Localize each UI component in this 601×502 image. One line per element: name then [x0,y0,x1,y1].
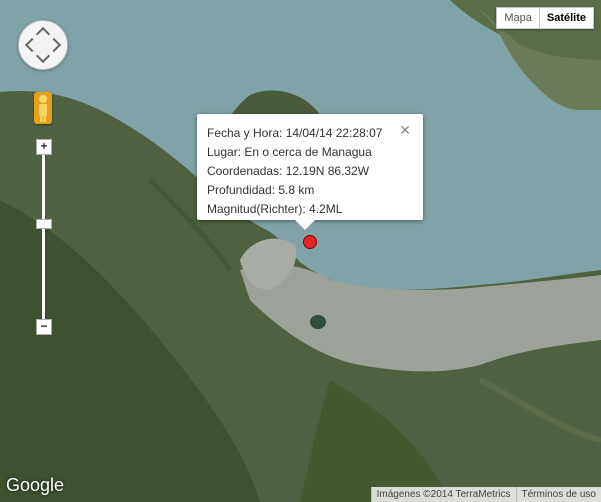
map-type-map-button[interactable]: Mapa [496,7,540,29]
zoom-slider-track[interactable] [42,146,45,326]
map-type-control: Mapa Satélite [496,7,594,29]
info-lines: Fecha y Hora: 14/04/14 22:28:07 Lugar: E… [207,124,382,219]
pan-left-icon[interactable] [24,37,40,53]
earthquake-marker[interactable] [303,235,317,249]
imagery-attribution: Imágenes ©2014 TerraMetrics [370,487,516,502]
info-profundidad: Profundidad: 5.8 km [207,183,315,197]
info-coords: Coordenadas: 12.19N 86.32W [207,164,370,178]
pan-up-icon[interactable] [35,26,51,42]
terms-link[interactable]: Términos de uso [515,487,601,502]
pan-down-icon[interactable] [35,48,51,64]
pegman-icon[interactable] [34,92,52,124]
info-magnitud: Magnitud(Richter): 4.2ML [207,202,343,216]
satellite-imagery [0,0,601,502]
zoom-slider-handle[interactable] [36,219,52,229]
close-icon[interactable]: ✕ [399,122,411,139]
pan-right-icon[interactable] [46,37,62,53]
map-canvas[interactable]: Mapa Satélite + − ✕ Fecha y Hora: 14/04/… [0,0,601,502]
pan-control[interactable] [18,20,68,70]
map-type-satellite-button[interactable]: Satélite [539,7,594,29]
zoom-out-button[interactable]: − [36,319,52,335]
info-lugar: Lugar: En o cerca de Managua [207,145,372,159]
earthquake-info-window: ✕ Fecha y Hora: 14/04/14 22:28:07 Lugar:… [197,114,423,230]
info-window-tail [295,220,315,230]
zoom-in-button[interactable]: + [36,139,52,155]
map-footer: Imágenes ©2014 TerraMetrics Términos de … [370,487,601,502]
info-fecha: Fecha y Hora: 14/04/14 22:28:07 [207,126,383,140]
google-logo[interactable]: Google [6,475,64,496]
